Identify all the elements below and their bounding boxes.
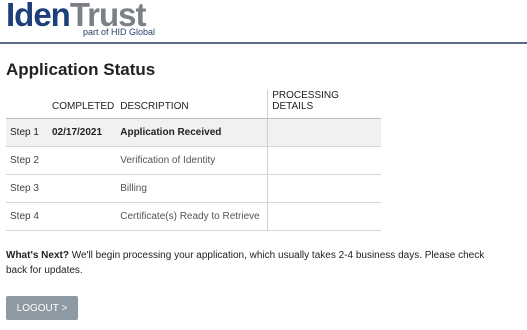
step-cell: Step 3 — [6, 174, 48, 203]
step-cell: Step 1 — [6, 118, 48, 147]
processing-details-cell — [267, 202, 382, 231]
whats-next-message: What's Next? We'll begin processing your… — [6, 248, 506, 278]
column-header-step — [6, 90, 48, 119]
table-row: Step 3 Billing — [6, 174, 382, 203]
table-row: Step 1 02/17/2021 Application Received — [6, 118, 382, 147]
description-cell: Application Received — [116, 118, 269, 147]
site-header: IdenTrust part of HID Global — [0, 0, 527, 44]
application-status-table: COMPLETED DESCRIPTION PROCESSING DETAILS… — [6, 90, 382, 231]
column-header-description: DESCRIPTION — [116, 90, 269, 119]
logout-button[interactable]: LOGOUT > — [6, 296, 78, 320]
whats-next-text: We'll begin processing your application,… — [6, 250, 485, 276]
table-row: Step 4 Certificate(s) Ready to Retrieve — [6, 202, 382, 231]
step-cell: Step 4 — [6, 202, 48, 231]
description-cell: Verification of Identity — [116, 146, 269, 175]
processing-details-cell — [267, 118, 382, 147]
processing-details-cell — [267, 146, 382, 175]
completed-cell — [48, 174, 117, 203]
page-title: Application Status — [6, 60, 156, 79]
completed-cell — [48, 202, 117, 231]
table-row: Step 2 Verification of Identity — [6, 146, 382, 175]
table-header-row: COMPLETED DESCRIPTION PROCESSING DETAILS — [6, 90, 382, 119]
column-header-completed: COMPLETED — [48, 90, 117, 119]
processing-details-cell — [267, 174, 382, 203]
whats-next-label: What's Next? — [6, 250, 69, 261]
logo-iden-text: Iden — [6, 0, 71, 33]
description-cell: Certificate(s) Ready to Retrieve — [116, 202, 269, 231]
logo-tagline: part of HID Global — [83, 27, 156, 37]
completed-cell: 02/17/2021 — [48, 118, 117, 147]
description-cell: Billing — [116, 174, 269, 203]
step-cell: Step 2 — [6, 146, 48, 175]
column-header-processing-details: PROCESSING DETAILS — [267, 90, 382, 119]
completed-cell — [48, 146, 117, 175]
